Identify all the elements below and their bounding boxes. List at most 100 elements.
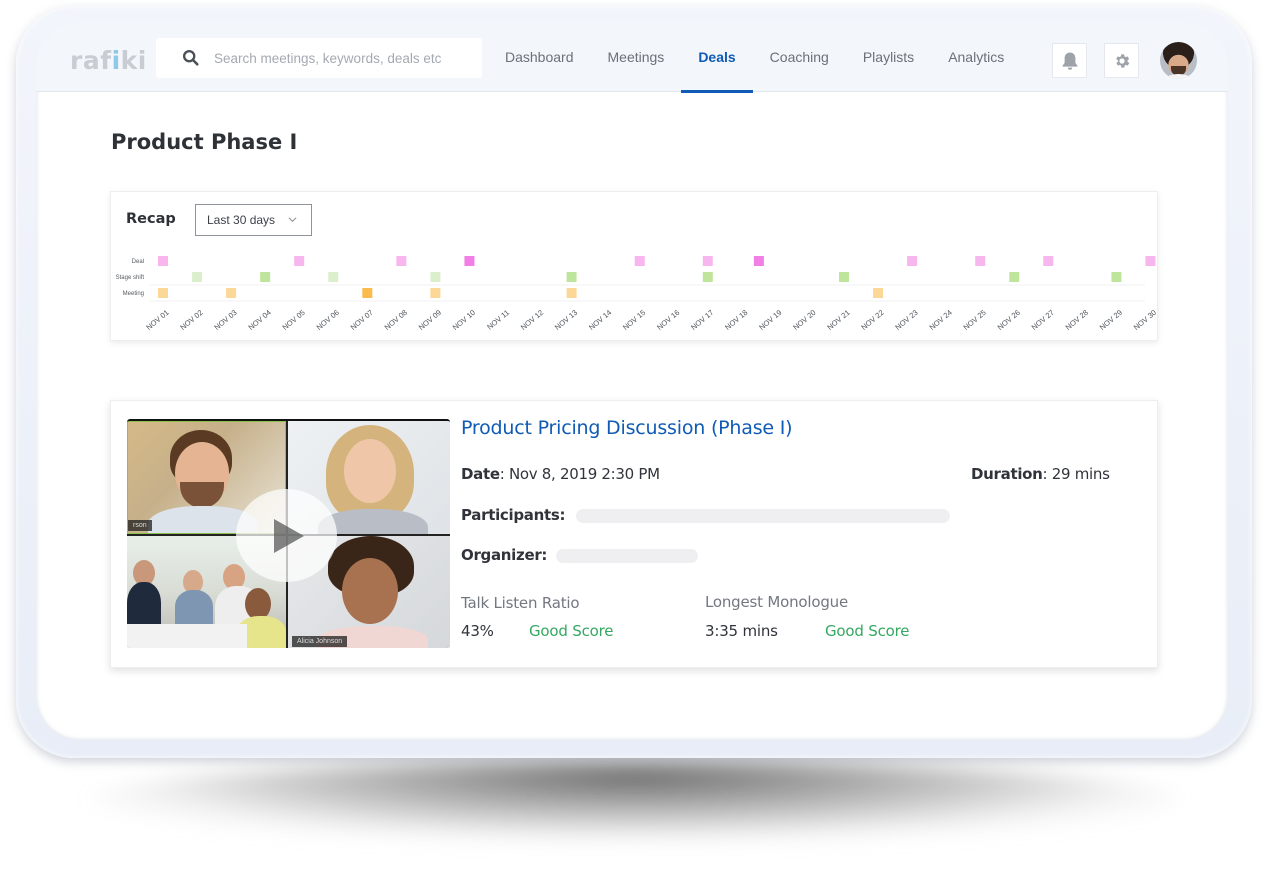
logo-text-accent: i <box>111 46 121 75</box>
main-nav-tabs: Dashboard Meetings Deals Coaching Playli… <box>488 22 1021 93</box>
date-label: Date <box>461 465 500 483</box>
chart-marker-stage-shift <box>328 272 339 282</box>
participant-beard <box>180 482 224 508</box>
meeting-title-link[interactable]: Product Pricing Discussion (Phase I) <box>461 417 793 439</box>
chart-marker-meeting <box>362 288 373 298</box>
organizer-label: Organizer: <box>461 546 548 564</box>
chart-x-tick-label: NOV 06 <box>315 308 341 332</box>
chart-x-tick-label: NOV 04 <box>246 308 272 332</box>
chart-x-tick-label: NOV 03 <box>212 308 238 332</box>
chart-marker-deal <box>1145 256 1156 266</box>
duration-value: : 29 mins <box>1042 465 1110 483</box>
meeting-card: rson Alicia Johnson Product Pricing Disc… <box>110 400 1158 668</box>
chart-row-label: Meeting <box>123 291 144 297</box>
logo-text-start: raf <box>70 46 112 75</box>
chart-x-tick-label: NOV 11 <box>485 308 511 332</box>
page-title: Product Phase I <box>111 130 298 154</box>
chart-marker-deal <box>975 256 986 266</box>
conference-table <box>127 624 247 648</box>
chart-marker-stage-shift <box>430 272 441 282</box>
chart-marker-meeting <box>566 288 577 298</box>
tab-playlists[interactable]: Playlists <box>846 22 931 92</box>
search-input[interactable] <box>214 38 464 78</box>
chart-marker-deal <box>464 256 475 266</box>
recap-activity-chart: Deal Stage shift Meeting NOV 01 NOV 02 NOV 03… <box>116 256 1158 332</box>
bell-icon <box>1062 52 1077 70</box>
meeting-participants: Participants: <box>461 506 566 524</box>
chart-marker-deal <box>634 256 645 266</box>
chart-marker-stage-shift <box>566 272 577 282</box>
chart-x-tick-label: NOV 21 <box>825 308 851 332</box>
chart-row-label: Deal <box>132 259 144 265</box>
logo-text-end: ki <box>120 46 147 75</box>
meeting-video-thumbnail[interactable]: rson Alicia Johnson <box>127 419 450 648</box>
meeting-date: Date: Nov 8, 2019 2:30 PM <box>461 465 660 483</box>
gear-icon <box>1115 53 1129 68</box>
tab-deals[interactable]: Deals <box>681 22 754 93</box>
chart-x-tick-label: NOV 18 <box>723 308 749 332</box>
search-icon <box>182 49 199 66</box>
chart-x-tick-label: NOV 07 <box>349 308 375 332</box>
tab-meetings[interactable]: Meetings <box>591 22 682 92</box>
recap-card: Recap Last 30 days Deal Stage shift Meetin… <box>110 191 1158 341</box>
settings-button[interactable] <box>1104 43 1139 78</box>
chart-marker-stage-shift <box>192 272 203 282</box>
notifications-button[interactable] <box>1052 43 1087 78</box>
chart-marker-meeting <box>226 288 237 298</box>
chart-marker-meeting <box>430 288 441 298</box>
participant-face <box>342 558 398 624</box>
chart-x-tick-label: NOV 15 <box>621 308 647 332</box>
device-frame: rafiki Dashboard Meetings Deals Coaching… <box>16 6 1252 758</box>
date-range-selected: Last 30 days <box>207 213 276 227</box>
organizer-redacted-placeholder <box>556 549 698 563</box>
avatar-shirt <box>1166 74 1191 79</box>
participants-label: Participants: <box>461 506 566 524</box>
chart-marker-meeting <box>873 288 884 298</box>
chart-marker-meeting <box>158 288 168 298</box>
room-person-body <box>175 590 213 626</box>
chart-marker-stage-shift <box>1111 272 1122 282</box>
date-value: : Nov 8, 2019 2:30 PM <box>499 465 660 483</box>
chart-x-tick-label: NOV 20 <box>791 308 817 332</box>
tab-dashboard[interactable]: Dashboard <box>488 22 591 92</box>
participant-face <box>344 439 396 503</box>
longest-monologue-score: Good Score <box>825 622 910 640</box>
date-range-dropdown[interactable]: Last 30 days <box>195 204 312 236</box>
participants-redacted-placeholder <box>576 509 950 523</box>
video-name-tag: rson <box>128 520 152 531</box>
chart-x-tick-label: NOV 17 <box>689 308 715 332</box>
longest-monologue-value: 3:35 mins <box>705 622 778 640</box>
app-screen: rafiki Dashboard Meetings Deals Coaching… <box>36 22 1228 740</box>
chart-marker-stage-shift <box>1009 272 1020 282</box>
tab-coaching[interactable]: Coaching <box>753 22 846 92</box>
play-icon <box>274 519 304 553</box>
chart-marker-deal <box>702 256 713 266</box>
meeting-organizer: Organizer: <box>461 546 547 564</box>
play-video-button[interactable] <box>236 489 337 582</box>
chart-x-tick-label: NOV 28 <box>1064 308 1090 332</box>
chart-x-tick-label: NOV 16 <box>655 308 681 332</box>
duration-label: Duration <box>971 465 1043 483</box>
chart-marker-stage-shift <box>260 272 271 282</box>
chart-x-tick-label: NOV 12 <box>519 308 545 332</box>
user-avatar[interactable] <box>1160 42 1197 79</box>
chart-marker-stage-shift <box>839 272 849 282</box>
chart-x-tick-label: NOV 29 <box>1098 308 1124 332</box>
chart-x-tick-label: NOV 02 <box>178 308 204 332</box>
rafiki-logo[interactable]: rafiki <box>70 46 147 75</box>
chart-x-tick-label: NOV 30 <box>1132 308 1158 332</box>
chart-marker-deal <box>1043 256 1054 266</box>
chart-x-tick-label: NOV 08 <box>383 308 409 332</box>
chart-marker-deal <box>753 256 764 266</box>
chart-marker-deal <box>396 256 407 266</box>
tab-analytics[interactable]: Analytics <box>931 22 1021 92</box>
talk-listen-ratio-label: Talk Listen Ratio <box>461 594 580 612</box>
chart-x-tick-label: NOV 26 <box>996 308 1022 332</box>
chart-row-label: Stage shift <box>116 275 145 281</box>
longest-monologue-label: Longest Monologue <box>705 593 848 611</box>
device-ground-shadow <box>90 760 1180 840</box>
chart-x-tick-label: NOV 19 <box>757 308 783 332</box>
room-person-body <box>127 582 161 628</box>
chart-x-tick-label: NOV 22 <box>859 308 885 332</box>
chart-x-tick-label: NOV 25 <box>962 308 988 332</box>
